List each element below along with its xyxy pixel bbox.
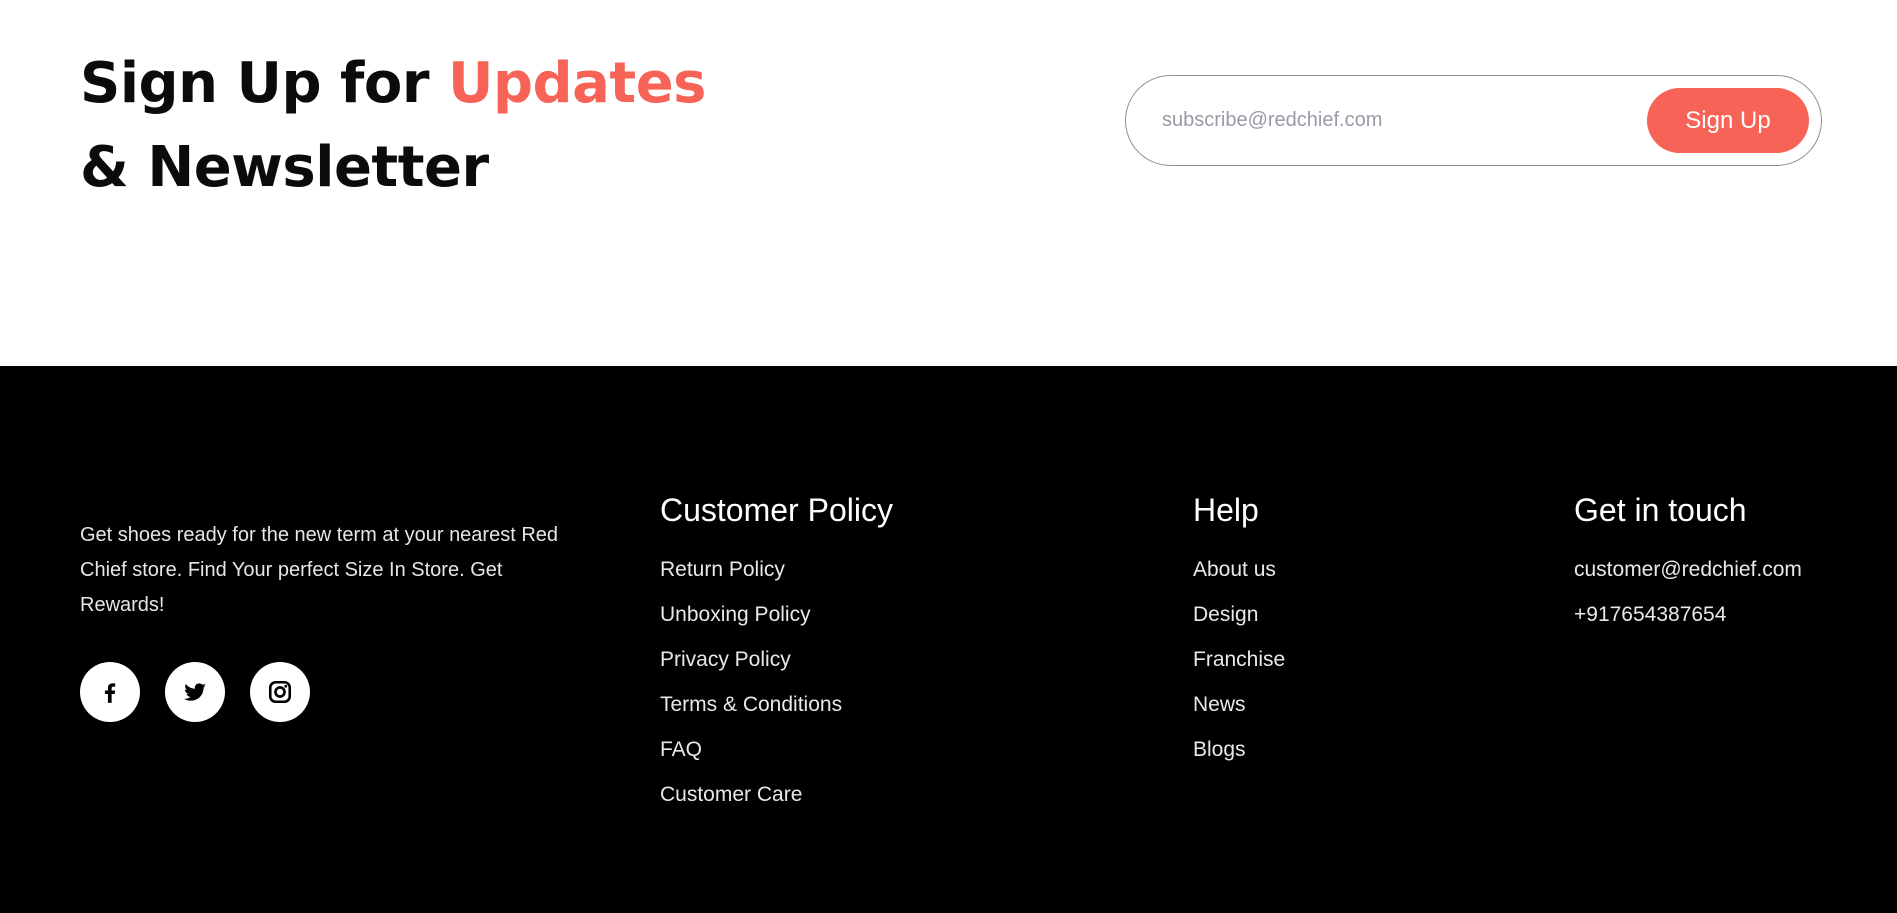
- newsletter-heading-accent: Updates: [447, 51, 707, 116]
- twitter-link[interactable]: [165, 662, 225, 722]
- footer-about-text: Get shoes ready for the new term at your…: [80, 524, 559, 616]
- link-about-us[interactable]: About us: [1193, 557, 1285, 583]
- get-in-touch-column: Get in touch customer@redchief.com +9176…: [1574, 490, 1802, 647]
- link-blogs[interactable]: Blogs: [1193, 737, 1285, 763]
- help-column: Help About us Design Franchise News Blog…: [1193, 490, 1285, 782]
- social-links: [80, 662, 310, 722]
- signup-button[interactable]: Sign Up: [1647, 88, 1809, 153]
- contact-details: customer@redchief.com +917654387654: [1574, 557, 1802, 628]
- customer-policy-heading: Customer Policy: [660, 492, 893, 528]
- link-news[interactable]: News: [1193, 692, 1285, 718]
- link-customer-care[interactable]: Customer Care: [660, 782, 893, 808]
- get-in-touch-heading: Get in touch: [1574, 492, 1747, 528]
- facebook-icon: [104, 683, 116, 703]
- link-unboxing-policy[interactable]: Unboxing Policy: [660, 602, 893, 628]
- newsletter-form: Sign Up: [1125, 75, 1822, 166]
- site-footer: Get shoes ready for the new term at your…: [0, 366, 1897, 913]
- newsletter-heading-line2: & Newsletter: [80, 135, 489, 200]
- contact-email-link[interactable]: customer@redchief.com: [1574, 557, 1802, 583]
- newsletter-email-input[interactable]: [1162, 98, 1632, 142]
- facebook-link[interactable]: [80, 662, 140, 722]
- customer-policy-column: Customer Policy Return Policy Unboxing P…: [660, 490, 893, 827]
- link-design[interactable]: Design: [1193, 602, 1285, 628]
- newsletter-section: Sign Up for Updates & Newsletter Sign Up: [0, 0, 1897, 366]
- customer-policy-links: Return Policy Unboxing Policy Privacy Po…: [660, 557, 893, 808]
- link-franchise[interactable]: Franchise: [1193, 647, 1285, 673]
- link-return-policy[interactable]: Return Policy: [660, 557, 893, 583]
- contact-phone-link[interactable]: +917654387654: [1574, 602, 1802, 628]
- newsletter-heading: Sign Up for Updates & Newsletter: [80, 42, 707, 210]
- help-links: About us Design Franchise News Blogs: [1193, 557, 1285, 763]
- newsletter-heading-part1: Sign Up for: [80, 51, 448, 116]
- twitter-icon: [184, 683, 206, 701]
- instagram-link[interactable]: [250, 662, 310, 722]
- link-terms-conditions[interactable]: Terms & Conditions: [660, 692, 893, 718]
- help-heading: Help: [1193, 492, 1259, 528]
- instagram-icon: [268, 680, 292, 704]
- link-faq[interactable]: FAQ: [660, 737, 893, 763]
- link-privacy-policy[interactable]: Privacy Policy: [660, 647, 893, 673]
